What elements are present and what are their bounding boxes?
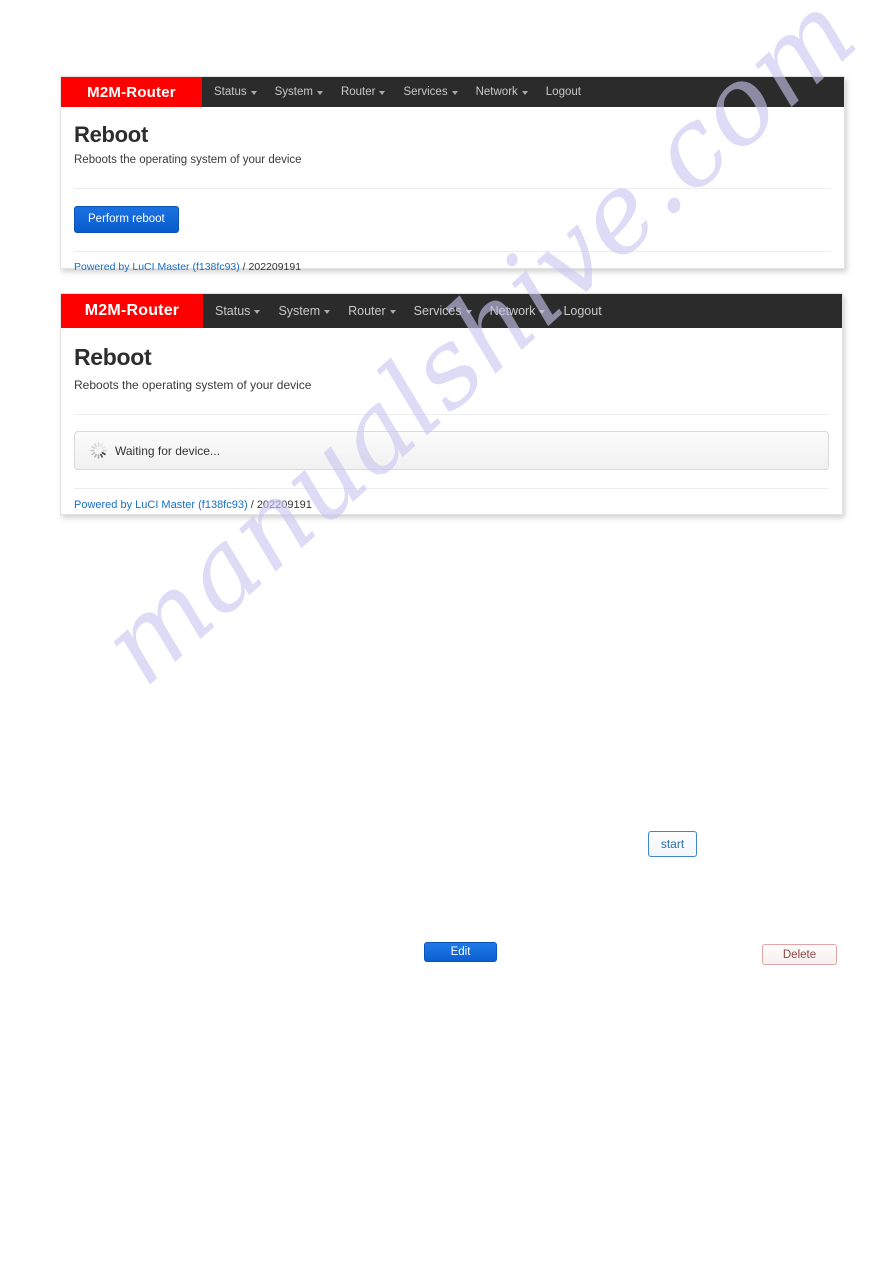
divider: [74, 414, 829, 415]
footer-separator: /: [239, 261, 249, 273]
footer-top: Powered by LuCI Master (f138fc93) / 2022…: [74, 252, 831, 273]
nav-item-network[interactable]: Network: [476, 86, 528, 98]
reboot-page-panel-bottom: M2M-Router Status System Router Services…: [60, 293, 843, 515]
chevron-down-icon: [254, 309, 261, 314]
chevron-down-icon: [465, 309, 472, 314]
nav-item-logout[interactable]: Logout: [546, 86, 581, 98]
brand-logo-m2m-router[interactable]: M2M-Router: [61, 77, 202, 107]
nav-item-label: Status: [215, 304, 251, 318]
chevron-down-icon: [389, 309, 396, 314]
nav-item-label: Network: [475, 86, 518, 98]
nav-item-label: Logout: [563, 304, 602, 318]
chevron-down-icon: [379, 90, 386, 95]
panel-body-top: Reboot Reboots the operating system of y…: [61, 107, 844, 273]
nav-item-label: System: [274, 86, 313, 98]
nav-item-label: System: [278, 304, 321, 318]
page-subtitle: Reboots the operating system of your dev…: [74, 378, 312, 392]
nav-menu-top: Status System Router Services Network Lo…: [202, 77, 599, 107]
nav-item-label: Status: [214, 86, 247, 98]
chevron-down-icon: [539, 309, 546, 314]
chevron-down-icon: [316, 90, 323, 95]
nav-item-router[interactable]: Router: [341, 86, 386, 98]
delete-button[interactable]: Delete: [762, 944, 837, 965]
nav-item-services[interactable]: Services: [403, 86, 458, 98]
nav-item-status[interactable]: Status: [215, 304, 261, 318]
nav-item-label: Router: [340, 86, 376, 98]
brand-logo-m2m-router[interactable]: M2M-Router: [61, 294, 203, 328]
footer-build-number: 202209191: [256, 499, 312, 511]
panel-body-bottom: Reboot Reboots the operating system of y…: [61, 328, 842, 511]
edit-button[interactable]: Edit: [424, 942, 497, 962]
footer-build-number: 202209191: [248, 261, 302, 273]
page-subtitle: Reboots the operating system of your dev…: [74, 154, 302, 166]
nav-menu-bottom: Status System Router Services Network Lo…: [203, 294, 620, 328]
chevron-down-icon: [521, 90, 528, 95]
nav-item-label: Network: [489, 304, 536, 318]
chevron-down-icon: [250, 90, 257, 95]
divider: [74, 188, 831, 189]
footer-bottom: Powered by LuCI Master (f138fc93) / 2022…: [74, 489, 829, 511]
reboot-page-panel-top: M2M-Router Status System Router Services…: [60, 76, 845, 273]
nav-item-services[interactable]: Services: [414, 304, 472, 318]
start-button[interactable]: start: [648, 831, 697, 857]
chevron-down-icon: [324, 309, 331, 314]
nav-item-label: Router: [348, 304, 386, 318]
footer-separator: /: [247, 499, 257, 511]
page-title: Reboot: [74, 122, 148, 147]
nav-item-router[interactable]: Router: [348, 304, 396, 318]
waiting-for-device-label: Waiting for device...: [115, 443, 220, 458]
perform-reboot-button[interactable]: Perform reboot: [74, 206, 179, 233]
nav-item-system[interactable]: System: [278, 304, 331, 318]
navbar-top: M2M-Router Status System Router Services…: [61, 77, 844, 107]
nav-item-logout[interactable]: Logout: [563, 304, 601, 318]
loading-spinner-icon: [90, 442, 107, 459]
nav-item-system[interactable]: System: [275, 86, 323, 98]
chevron-down-icon: [451, 90, 458, 95]
nav-item-status[interactable]: Status: [214, 86, 257, 98]
waiting-for-device-status: Waiting for device...: [74, 431, 829, 470]
nav-item-network[interactable]: Network: [490, 304, 546, 318]
page-title: Reboot: [74, 344, 152, 370]
navbar-bottom: M2M-Router Status System Router Services…: [61, 294, 842, 328]
luci-version-link[interactable]: Powered by LuCI Master (f138fc93): [74, 261, 240, 273]
nav-item-label: Services: [413, 304, 462, 318]
nav-item-label: Services: [403, 86, 448, 98]
nav-item-label: Logout: [545, 86, 581, 98]
luci-version-link[interactable]: Powered by LuCI Master (f138fc93): [74, 499, 248, 511]
